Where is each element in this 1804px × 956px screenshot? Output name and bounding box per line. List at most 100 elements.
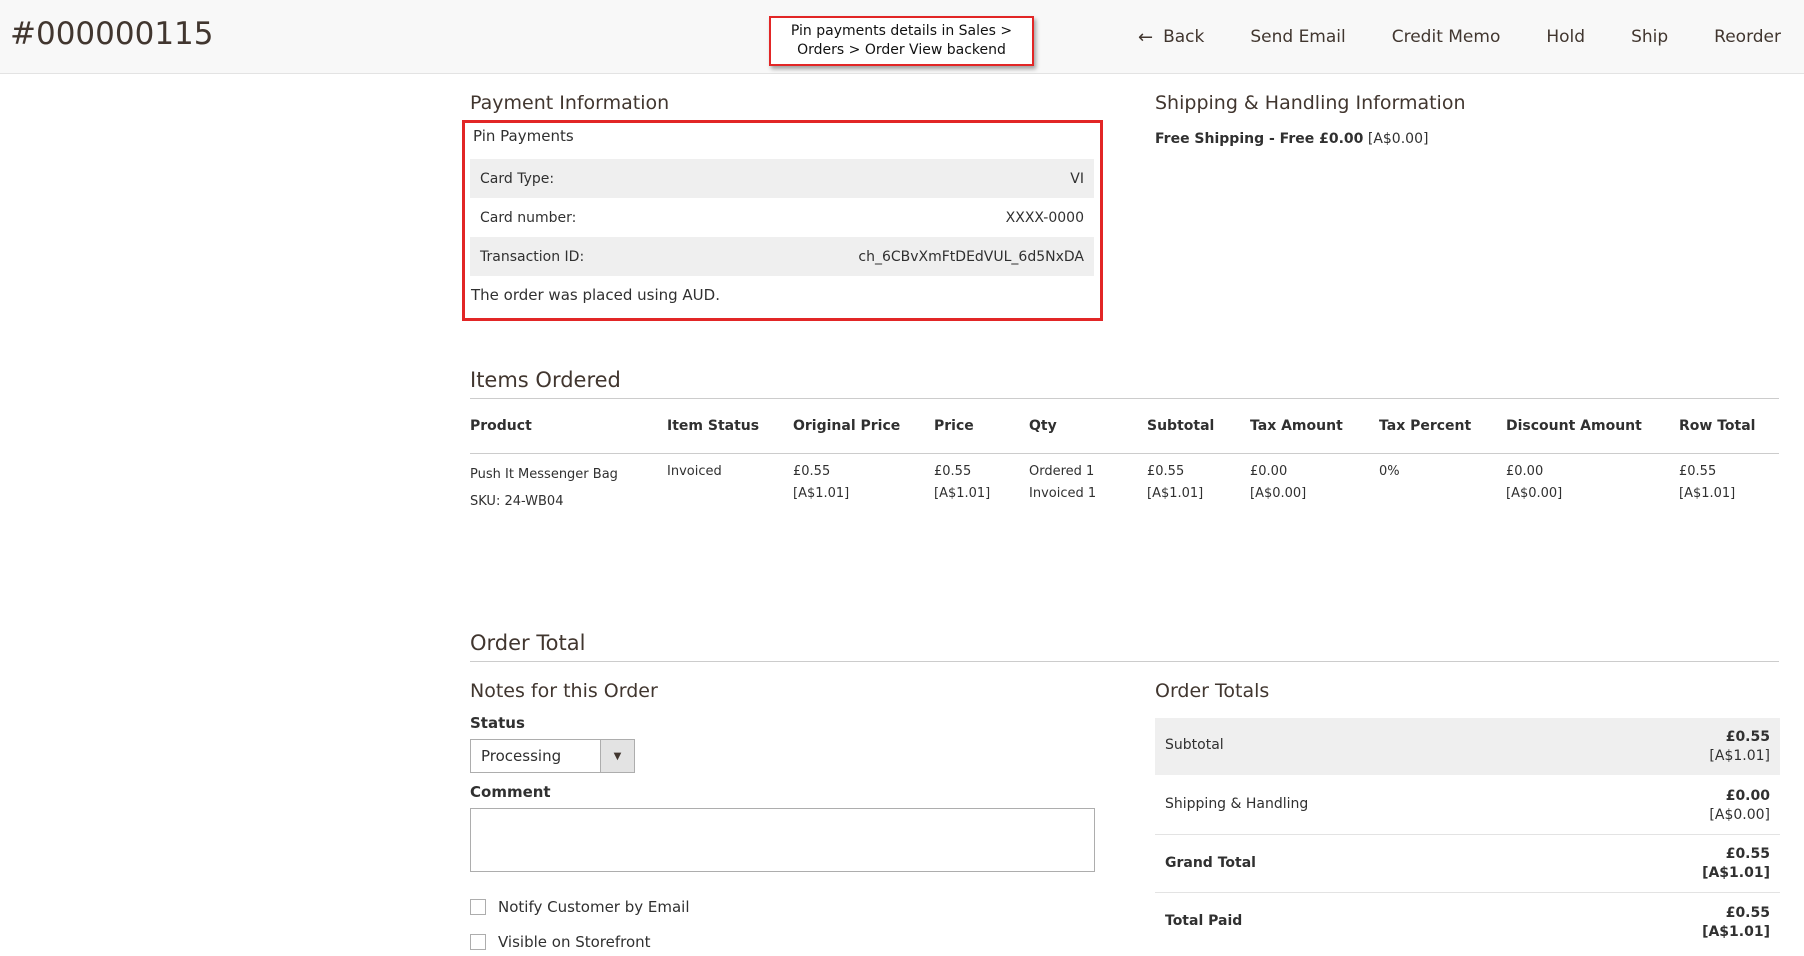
- price: £0.55: [934, 464, 972, 479]
- subtotal-amount: £0.55 [A$1.01]: [1709, 728, 1770, 766]
- column-header-discount-amount: Discount Amount: [1506, 418, 1642, 434]
- comment-textarea[interactable]: [470, 808, 1095, 872]
- subtotal-label: Subtotal: [1165, 737, 1224, 753]
- row-total-base: [A$1.01]: [1679, 486, 1736, 501]
- tax-amount-base: [A$0.00]: [1250, 486, 1307, 501]
- total-paid-base-value: [A$1.01]: [1702, 924, 1770, 940]
- product-name: Push It Messenger Bag: [470, 467, 618, 482]
- page-header: #000000115 Pin payments details in Sales…: [0, 0, 1804, 74]
- total-paid-row: Total Paid £0.55 [A$1.01]: [1155, 893, 1780, 953]
- transaction-id-row: Transaction ID: ch_6CBvXmFtDEdVUL_6d5NxD…: [470, 237, 1094, 276]
- product-sku: SKU: 24-WB04: [470, 494, 564, 509]
- items-table-header-divider: [470, 453, 1779, 454]
- subtotal-row: Subtotal £0.55 [A$1.01]: [1155, 718, 1780, 775]
- order-total-title: Order Total: [470, 631, 586, 655]
- payment-method-name: Pin Payments: [473, 127, 574, 145]
- subtotal-value: £0.55: [1725, 729, 1770, 745]
- ship-button[interactable]: Ship: [1608, 27, 1691, 47]
- status-select-value: Processing: [481, 747, 562, 765]
- column-header-qty: Qty: [1029, 418, 1057, 434]
- visible-storefront-label: Visible on Storefront: [498, 933, 651, 951]
- grand-total-row: Grand Total £0.55 [A$1.01]: [1155, 835, 1780, 893]
- card-number-label: Card number:: [480, 209, 577, 226]
- row-total: £0.55: [1679, 464, 1717, 479]
- page-actions: ← Back Send Email Credit Memo Hold Ship …: [1115, 0, 1804, 74]
- arrow-left-icon: ←: [1137, 26, 1154, 48]
- currency-note: The order was placed using AUD.: [471, 286, 720, 304]
- discount-cell: £0.00 [A$0.00]: [1506, 461, 1562, 505]
- column-header-subtotal: Subtotal: [1147, 418, 1215, 434]
- column-header-price: Price: [934, 418, 974, 434]
- credit-memo-button[interactable]: Credit Memo: [1369, 27, 1524, 47]
- subtotal: £0.55: [1147, 464, 1185, 479]
- qty-cell: Ordered 1 Invoiced 1: [1029, 461, 1096, 505]
- row-total-cell: £0.55 [A$1.01]: [1679, 461, 1735, 505]
- shipping-amount: £0.00 [A$0.00]: [1709, 787, 1770, 825]
- original-price-cell: £0.55 [A$1.01]: [793, 461, 849, 505]
- shipping-row: Shipping & Handling £0.00 [A$0.00]: [1155, 775, 1780, 835]
- transaction-id-value: ch_6CBvXmFtDEdVUL_6d5NxDA: [858, 248, 1084, 265]
- notify-customer-option[interactable]: Notify Customer by Email: [470, 898, 690, 916]
- shipping-method-name: Free Shipping - Free £0.00: [1155, 131, 1364, 147]
- subtotal-base: [A$1.01]: [1147, 486, 1204, 501]
- shipping-method-base: [A$0.00]: [1367, 131, 1429, 147]
- qty-invoiced: Invoiced 1: [1029, 486, 1097, 501]
- tax-amount: £0.00: [1250, 464, 1288, 479]
- visible-storefront-option[interactable]: Visible on Storefront: [470, 933, 651, 951]
- order-total-divider: [470, 661, 1779, 662]
- column-header-tax-amount: Tax Amount: [1250, 418, 1343, 434]
- grand-total-value: £0.55: [1725, 846, 1770, 862]
- order-totals-title: Order Totals: [1155, 680, 1270, 702]
- column-header-tax-percent: Tax Percent: [1379, 418, 1472, 434]
- discount-base: [A$0.00]: [1506, 486, 1563, 501]
- page-title: #000000115: [10, 16, 214, 52]
- product-cell: Push It Messenger Bag SKU: 24-WB04: [470, 461, 618, 515]
- back-label: Back: [1163, 27, 1205, 47]
- grand-total-label: Grand Total: [1165, 855, 1256, 871]
- column-header-row-total: Row Total: [1679, 418, 1756, 434]
- total-paid-amount: £0.55 [A$1.01]: [1702, 904, 1770, 942]
- payment-information-title: Payment Information: [470, 92, 670, 114]
- shipping-value: £0.00: [1725, 788, 1770, 804]
- discount: £0.00: [1506, 464, 1544, 479]
- grand-total-amount: £0.55 [A$1.01]: [1702, 845, 1770, 883]
- card-number-value: XXXX-0000: [1005, 209, 1084, 226]
- hold-button[interactable]: Hold: [1523, 27, 1608, 47]
- total-paid-label: Total Paid: [1165, 913, 1243, 929]
- card-type-row: Card Type: VI: [470, 159, 1094, 198]
- status-select[interactable]: Processing ▼: [470, 739, 635, 773]
- notes-title: Notes for this Order: [470, 680, 658, 702]
- item-status-cell: Invoiced: [667, 464, 722, 479]
- shipping-label: Shipping & Handling: [1165, 796, 1309, 812]
- notify-customer-label: Notify Customer by Email: [498, 898, 690, 916]
- original-price: £0.55: [793, 464, 831, 479]
- comment-label: Comment: [470, 783, 551, 801]
- column-header-item-status: Item Status: [667, 418, 760, 434]
- chevron-down-icon[interactable]: ▼: [600, 740, 634, 772]
- original-price-base: [A$1.01]: [793, 486, 850, 501]
- send-email-button[interactable]: Send Email: [1227, 27, 1368, 47]
- items-ordered-divider: [470, 398, 1779, 399]
- card-type-value: VI: [1070, 170, 1084, 187]
- shipping-base-value: [A$0.00]: [1709, 807, 1770, 823]
- subtotal-cell: £0.55 [A$1.01]: [1147, 461, 1203, 505]
- shipping-information-title: Shipping & Handling Information: [1155, 92, 1466, 114]
- card-type-label: Card Type:: [480, 170, 555, 187]
- card-number-row: Card number: XXXX-0000: [470, 198, 1094, 237]
- visible-storefront-checkbox[interactable]: [470, 934, 486, 950]
- shipping-method: Free Shipping - Free £0.00 [A$0.00]: [1155, 131, 1428, 147]
- back-button[interactable]: ← Back: [1115, 27, 1227, 48]
- subtotal-base-value: [A$1.01]: [1709, 748, 1770, 764]
- total-paid-value: £0.55: [1725, 905, 1770, 921]
- column-header-product: Product: [470, 418, 532, 434]
- items-ordered-title: Items Ordered: [470, 368, 621, 392]
- price-cell: £0.55 [A$1.01]: [934, 461, 990, 505]
- notify-customer-checkbox[interactable]: [470, 899, 486, 915]
- status-label: Status: [470, 714, 525, 732]
- price-base: [A$1.01]: [934, 486, 991, 501]
- reorder-button[interactable]: Reorder: [1691, 27, 1804, 47]
- tax-percent-cell: 0%: [1379, 464, 1400, 479]
- tax-amount-cell: £0.00 [A$0.00]: [1250, 461, 1306, 505]
- qty-ordered: Ordered 1: [1029, 464, 1095, 479]
- transaction-id-label: Transaction ID:: [480, 248, 585, 265]
